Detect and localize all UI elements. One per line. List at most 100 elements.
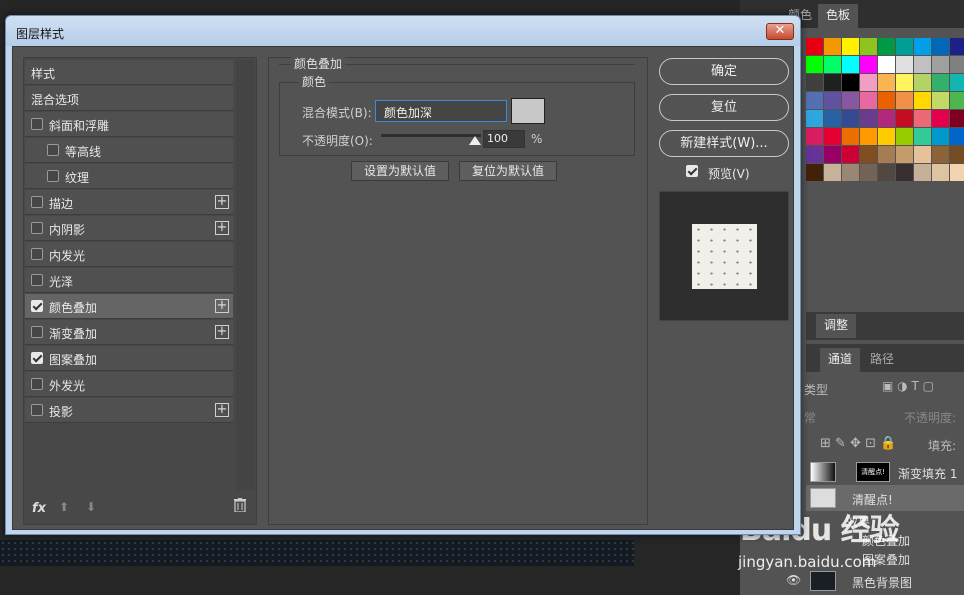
tab-swatches[interactable]: 色板 (818, 4, 859, 28)
color-swatch[interactable] (932, 146, 949, 163)
color-swatch[interactable] (896, 38, 913, 55)
color-swatch[interactable] (842, 38, 859, 55)
tab-paths[interactable]: 路径 (862, 348, 902, 372)
color-swatch[interactable] (860, 92, 877, 109)
color-swatch[interactable] (842, 128, 859, 145)
style-checkbox[interactable] (31, 300, 43, 312)
color-swatch[interactable] (896, 110, 913, 127)
style-checkbox[interactable] (31, 274, 43, 286)
color-swatch[interactable] (932, 74, 949, 91)
color-swatch[interactable] (842, 74, 859, 91)
color-swatch[interactable] (806, 146, 823, 163)
style-checkbox[interactable] (31, 326, 43, 338)
move-up-icon[interactable]: ⬆ (59, 500, 69, 514)
color-swatch[interactable] (842, 164, 859, 181)
color-swatch[interactable] (914, 110, 931, 127)
color-swatch[interactable] (896, 74, 913, 91)
style-item[interactable]: 描边 + (25, 190, 233, 215)
color-swatch[interactable] (896, 92, 913, 109)
style-checkbox[interactable] (47, 170, 59, 182)
lock-icons[interactable]: ⊞ ✎ ✥ ⊡ 🔒 (820, 436, 896, 451)
style-item[interactable]: 内发光 (25, 242, 233, 267)
color-swatch[interactable] (878, 146, 895, 163)
color-swatch[interactable] (824, 92, 841, 109)
color-swatch[interactable] (878, 128, 895, 145)
style-item[interactable]: 等高线 (25, 138, 233, 163)
layer-row[interactable]: 👁 黑色背景图 (786, 568, 964, 594)
style-item[interactable]: 外发光 (25, 372, 233, 397)
color-swatch[interactable] (824, 74, 841, 91)
style-checkbox[interactable] (31, 196, 43, 208)
color-swatch[interactable] (950, 74, 964, 91)
color-swatch[interactable] (806, 110, 823, 127)
color-swatch[interactable] (914, 38, 931, 55)
add-effect-icon[interactable]: + (215, 299, 229, 313)
color-swatch[interactable] (860, 164, 877, 181)
set-default-button[interactable]: 设置为默认值 (351, 161, 450, 181)
color-swatch[interactable] (914, 74, 931, 91)
style-checkbox[interactable] (31, 222, 43, 234)
filter-kind-select[interactable]: 类型 (804, 381, 828, 398)
color-swatch[interactable] (932, 128, 949, 145)
color-swatch[interactable] (914, 164, 931, 181)
preview-checkbox[interactable] (686, 165, 698, 177)
color-swatch[interactable] (842, 146, 859, 163)
add-effect-icon[interactable]: + (215, 195, 229, 209)
trash-icon[interactable] (234, 498, 246, 512)
color-swatch[interactable] (896, 128, 913, 145)
color-swatch[interactable] (932, 38, 949, 55)
color-swatch[interactable] (842, 56, 859, 73)
style-item[interactable]: 颜色叠加 + (25, 294, 233, 319)
color-swatch[interactable] (896, 164, 913, 181)
color-swatch[interactable] (950, 128, 964, 145)
blend-options-item[interactable]: 混合选项 (25, 86, 233, 111)
new-style-button[interactable]: 新建样式(W)... (659, 130, 789, 157)
color-swatch[interactable] (860, 110, 877, 127)
color-swatch[interactable] (878, 92, 895, 109)
color-swatch[interactable] (824, 164, 841, 181)
color-swatch[interactable] (806, 56, 823, 73)
style-item[interactable]: 图案叠加 (25, 346, 233, 371)
color-swatch[interactable] (842, 92, 859, 109)
style-checkbox[interactable] (31, 404, 43, 416)
opacity-input[interactable]: 100 (483, 130, 525, 148)
color-swatch[interactable] (950, 164, 964, 181)
eye-icon[interactable]: 👁 (786, 573, 801, 587)
style-item[interactable]: 投影 + (25, 398, 233, 423)
style-checkbox[interactable] (31, 118, 43, 130)
color-swatch[interactable] (824, 38, 841, 55)
color-swatch[interactable] (860, 74, 877, 91)
style-checkbox[interactable] (31, 248, 43, 260)
style-checkbox[interactable] (31, 378, 43, 390)
color-swatch[interactable] (860, 128, 877, 145)
color-swatch[interactable] (842, 110, 859, 127)
reset-default-button[interactable]: 复位为默认值 (459, 161, 558, 181)
color-swatch[interactable] (950, 146, 964, 163)
color-swatch[interactable] (806, 74, 823, 91)
fx-button[interactable]: fx (32, 501, 46, 516)
color-swatch[interactable] (896, 146, 913, 163)
color-swatch[interactable] (914, 92, 931, 109)
layer-row[interactable]: 清醒点! 渐变填充 1 (806, 459, 964, 485)
color-swatch[interactable] (950, 56, 964, 73)
tab-adjustments[interactable]: 调整 (816, 314, 857, 338)
color-swatch[interactable] (824, 56, 841, 73)
color-swatch[interactable] (932, 164, 949, 181)
style-list-header[interactable]: 样式 (25, 60, 233, 85)
style-item[interactable]: 内阴影 + (25, 216, 233, 241)
overlay-color-swatch[interactable] (511, 98, 545, 124)
style-item[interactable]: 光泽 (25, 268, 233, 293)
color-swatch[interactable] (860, 38, 877, 55)
style-item[interactable]: 渐变叠加 + (25, 320, 233, 345)
color-swatch[interactable] (860, 146, 877, 163)
blend-mode-dropdown[interactable]: 颜色加深 ⌄ (375, 100, 507, 122)
color-swatch[interactable] (806, 92, 823, 109)
color-swatch[interactable] (914, 128, 931, 145)
add-effect-icon[interactable]: + (215, 325, 229, 339)
opacity-slider-thumb[interactable] (469, 136, 481, 145)
color-swatch[interactable] (950, 92, 964, 109)
add-effect-icon[interactable]: + (215, 221, 229, 235)
color-swatch[interactable] (824, 146, 841, 163)
color-swatch[interactable] (896, 56, 913, 73)
color-swatch[interactable] (824, 110, 841, 127)
